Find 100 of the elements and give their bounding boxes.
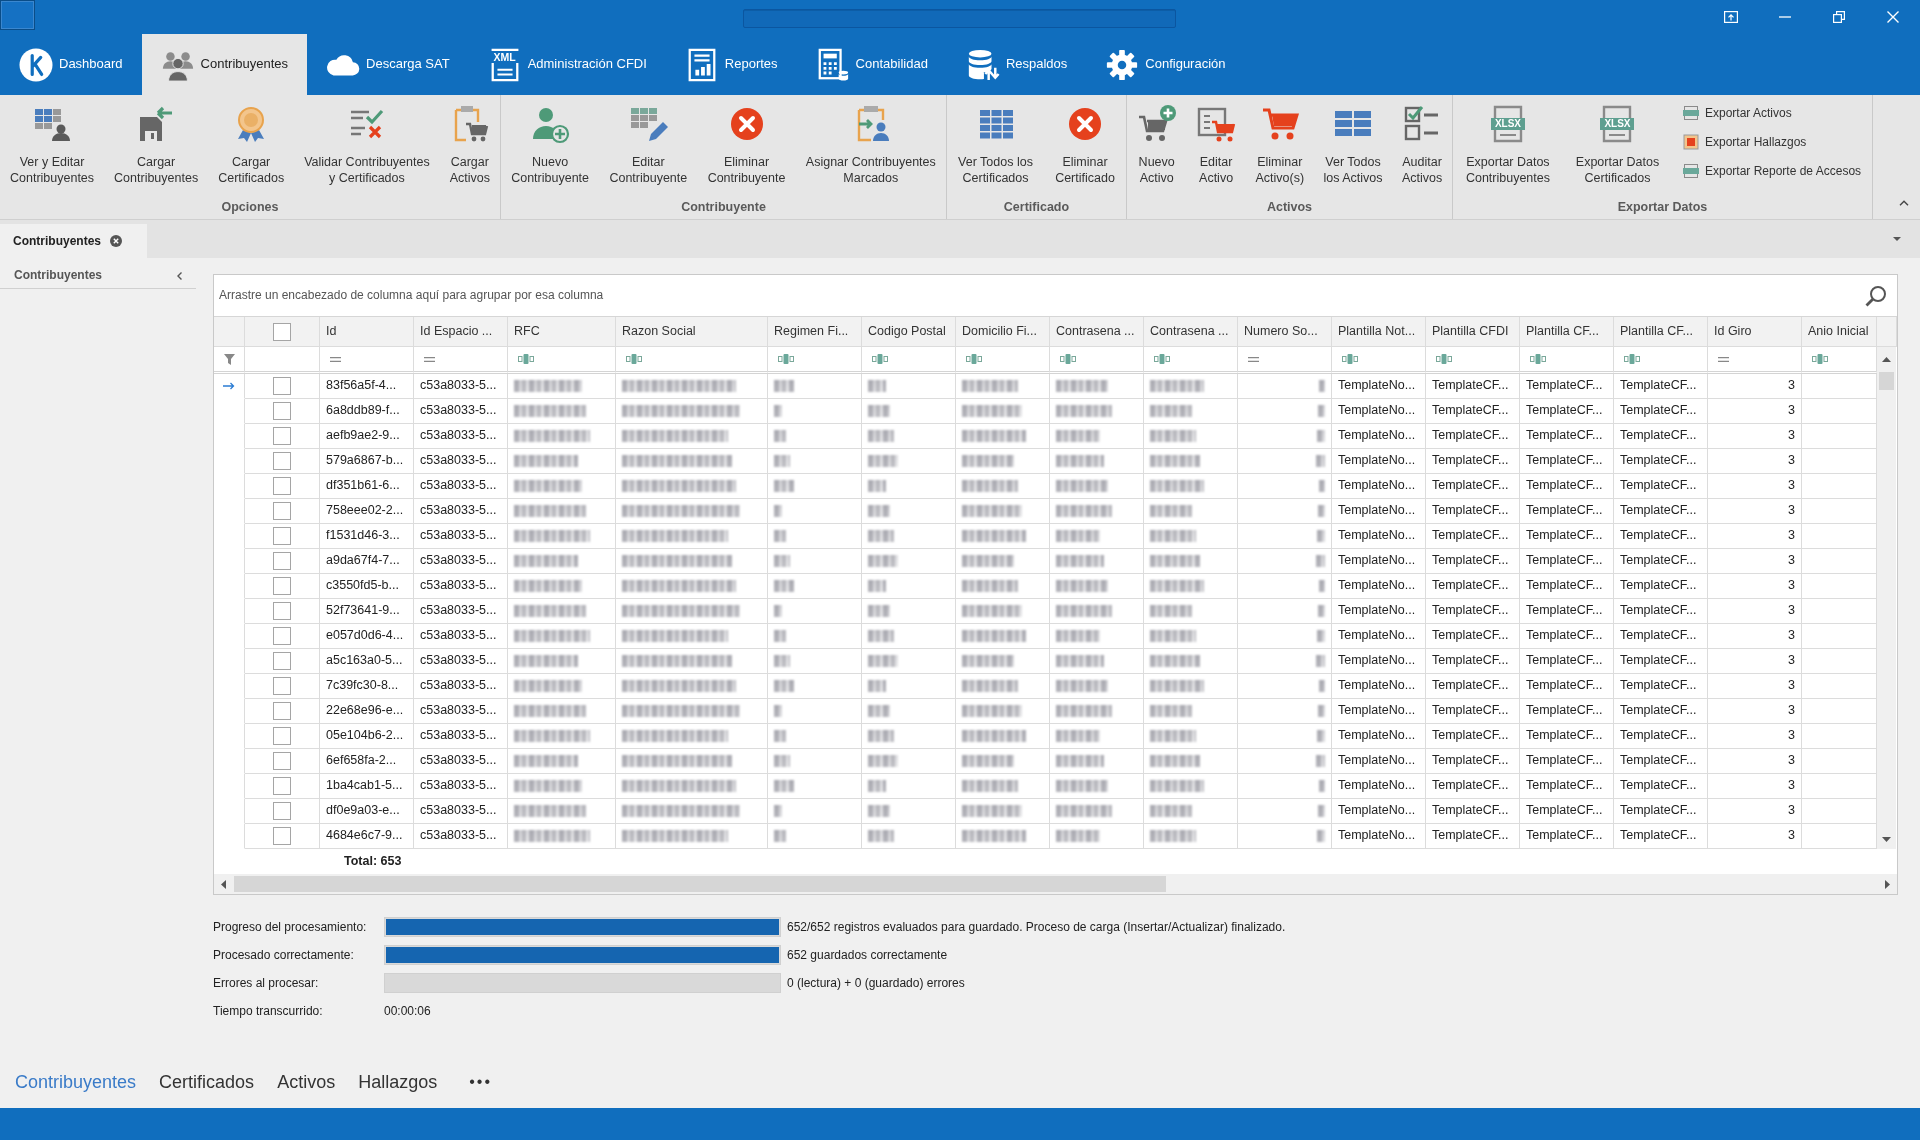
ribbon-button[interactable]: Cargar Certificados	[216, 101, 287, 186]
text-filter-icon[interactable]	[1060, 354, 1076, 364]
row-checkbox[interactable]	[273, 627, 291, 645]
column-header[interactable]: Plantilla CFDI	[1426, 317, 1520, 347]
text-filter-icon[interactable]	[1812, 354, 1828, 364]
text-filter-icon[interactable]	[626, 354, 642, 364]
row-checkbox[interactable]	[273, 677, 291, 695]
ribbon-button[interactable]: Nuevo Activo	[1134, 101, 1179, 186]
ribbon-button[interactable]: Eliminar Certificado	[1053, 101, 1117, 186]
text-filter-icon[interactable]	[1154, 354, 1170, 364]
column-header[interactable]: Numero So...	[1238, 317, 1332, 347]
ribbon-tab[interactable]: Descarga SAT	[307, 34, 469, 95]
row-checkbox[interactable]	[273, 727, 291, 745]
ribbon-button[interactable]: XLSX Exportar Datos Contribuyentes	[1463, 101, 1552, 186]
scroll-right-icon[interactable]	[1885, 879, 1890, 889]
nav-link[interactable]: Activos	[277, 1071, 336, 1093]
row-checkbox[interactable]	[273, 652, 291, 670]
ribbon-tab[interactable]: Contabilidad	[796, 34, 947, 95]
column-header[interactable]: Contrasena ...	[1050, 317, 1144, 347]
ribbon-button[interactable]: Exportar Reporte de Accesos	[1683, 163, 1862, 179]
row-checkbox[interactable]	[273, 527, 291, 545]
column-header[interactable]: Id	[320, 317, 414, 347]
chevron-left-icon[interactable]	[177, 271, 182, 280]
ribbon-tab[interactable]: Respaldos	[946, 34, 1087, 95]
column-header[interactable]: Plantilla Not...	[1332, 317, 1426, 347]
ribbon-tab[interactable]: Contribuyentes	[141, 34, 308, 95]
ribbon-tab[interactable]: Reportes	[665, 34, 797, 95]
ribbon-button[interactable]: Nuevo Contribuyente	[509, 101, 591, 186]
row-checkbox[interactable]	[273, 452, 291, 470]
ribbon-button[interactable]: Auditar Activos	[1399, 101, 1445, 186]
row-checkbox[interactable]	[273, 427, 291, 445]
row-checkbox[interactable]	[273, 552, 291, 570]
row-checkbox[interactable]	[273, 777, 291, 795]
nav-link[interactable]: Contribuyentes	[15, 1071, 137, 1093]
column-header[interactable]: Anio Inicial	[1802, 317, 1877, 347]
ribbon-button[interactable]: Exportar Activos	[1683, 105, 1792, 121]
select-all-checkbox[interactable]	[273, 322, 291, 341]
column-header[interactable]: Domicilio Fi...	[956, 317, 1050, 347]
equals-icon[interactable]	[424, 356, 435, 362]
row-checkbox[interactable]	[273, 377, 291, 395]
ribbon-button[interactable]: Ver Todos los Certificados	[956, 101, 1035, 186]
filter-icon[interactable]	[223, 353, 235, 365]
scroll-down-icon[interactable]	[1882, 836, 1891, 842]
vertical-scrollbar[interactable]	[1877, 347, 1896, 849]
ribbon-button[interactable]: Eliminar Activo(s)	[1253, 101, 1307, 186]
search-icon[interactable]	[1865, 284, 1887, 307]
text-filter-icon[interactable]	[1624, 354, 1640, 364]
row-checkbox[interactable]	[273, 702, 291, 720]
ribbon-tab[interactable]: Dashboard	[0, 34, 142, 95]
ribbon-button[interactable]: Ver y Editar Contribuyentes	[8, 101, 97, 186]
row-checkbox[interactable]	[273, 602, 291, 620]
search-field[interactable]	[743, 9, 1176, 28]
ribbon-tab[interactable]: XML Administración CFDI	[468, 34, 666, 95]
text-filter-icon[interactable]	[872, 354, 888, 364]
column-header[interactable]: Regimen Fi...	[768, 317, 862, 347]
text-filter-icon[interactable]	[1436, 354, 1452, 364]
equals-icon[interactable]	[1718, 356, 1729, 362]
row-checkbox[interactable]	[273, 827, 291, 845]
column-header[interactable]: Plantilla CF...	[1520, 317, 1614, 347]
ribbon-button[interactable]: Asignar Contribuyentes Marcados	[803, 101, 938, 186]
text-filter-icon[interactable]	[1530, 354, 1546, 364]
column-header[interactable]: Codigo Postal	[862, 317, 956, 347]
ribbon-button[interactable]: Editar Contribuyente	[607, 101, 690, 186]
column-header[interactable]: RFC	[508, 317, 616, 347]
text-filter-icon[interactable]	[778, 354, 794, 364]
ribbon-button[interactable]: Cargar Activos	[447, 101, 492, 186]
nav-link[interactable]: Hallazgos	[358, 1071, 438, 1093]
nav-link[interactable]: Certificados	[159, 1071, 255, 1093]
horizontal-scrollbar[interactable]	[214, 874, 1897, 894]
row-checkbox[interactable]	[273, 477, 291, 495]
more-button[interactable]: •••	[469, 1071, 492, 1093]
column-header[interactable]: Razon Social	[616, 317, 768, 347]
row-checkbox[interactable]	[273, 402, 291, 420]
scroll-left-icon[interactable]	[221, 879, 226, 889]
column-header[interactable]: Plantilla CF...	[1614, 317, 1708, 347]
ribbon-button[interactable]: Eliminar Contribuyente	[705, 101, 788, 186]
ribbon-button[interactable]: Cargar Contribuyentes	[112, 101, 201, 186]
ribbon-button[interactable]: Validar Contribuyentes y Certificados	[302, 101, 432, 186]
text-filter-icon[interactable]	[1342, 354, 1358, 364]
ribbon-button[interactable]: XLSX Exportar Datos Certificados	[1573, 101, 1662, 186]
column-header[interactable]: Contrasena ...	[1144, 317, 1238, 347]
scrollbar-thumb[interactable]	[1879, 372, 1894, 390]
caret-down-icon[interactable]	[1893, 237, 1901, 241]
close-icon[interactable]	[110, 235, 122, 247]
document-tab[interactable]: Contribuyentes	[0, 224, 147, 258]
row-checkbox[interactable]	[273, 802, 291, 820]
ribbon-button[interactable]: Editar Activo	[1194, 101, 1239, 186]
chevron-up-icon[interactable]	[1899, 200, 1909, 206]
row-checkbox[interactable]	[273, 577, 291, 595]
scroll-up-icon[interactable]	[1882, 357, 1891, 362]
ribbon-tab[interactable]: Configuración	[1086, 34, 1245, 95]
equals-icon[interactable]	[330, 356, 341, 362]
ribbon-button[interactable]: Ver Todos los Activos	[1321, 101, 1385, 186]
column-header[interactable]: Id Espacio ...	[414, 317, 508, 347]
ribbon-button[interactable]: Exportar Hallazgos	[1683, 134, 1807, 150]
scrollbar-thumb[interactable]	[234, 876, 1166, 892]
column-header[interactable]: Id Giro	[1708, 317, 1802, 347]
app-icon[interactable]	[0, 0, 35, 30]
row-checkbox[interactable]	[273, 502, 291, 520]
text-filter-icon[interactable]	[518, 354, 534, 364]
